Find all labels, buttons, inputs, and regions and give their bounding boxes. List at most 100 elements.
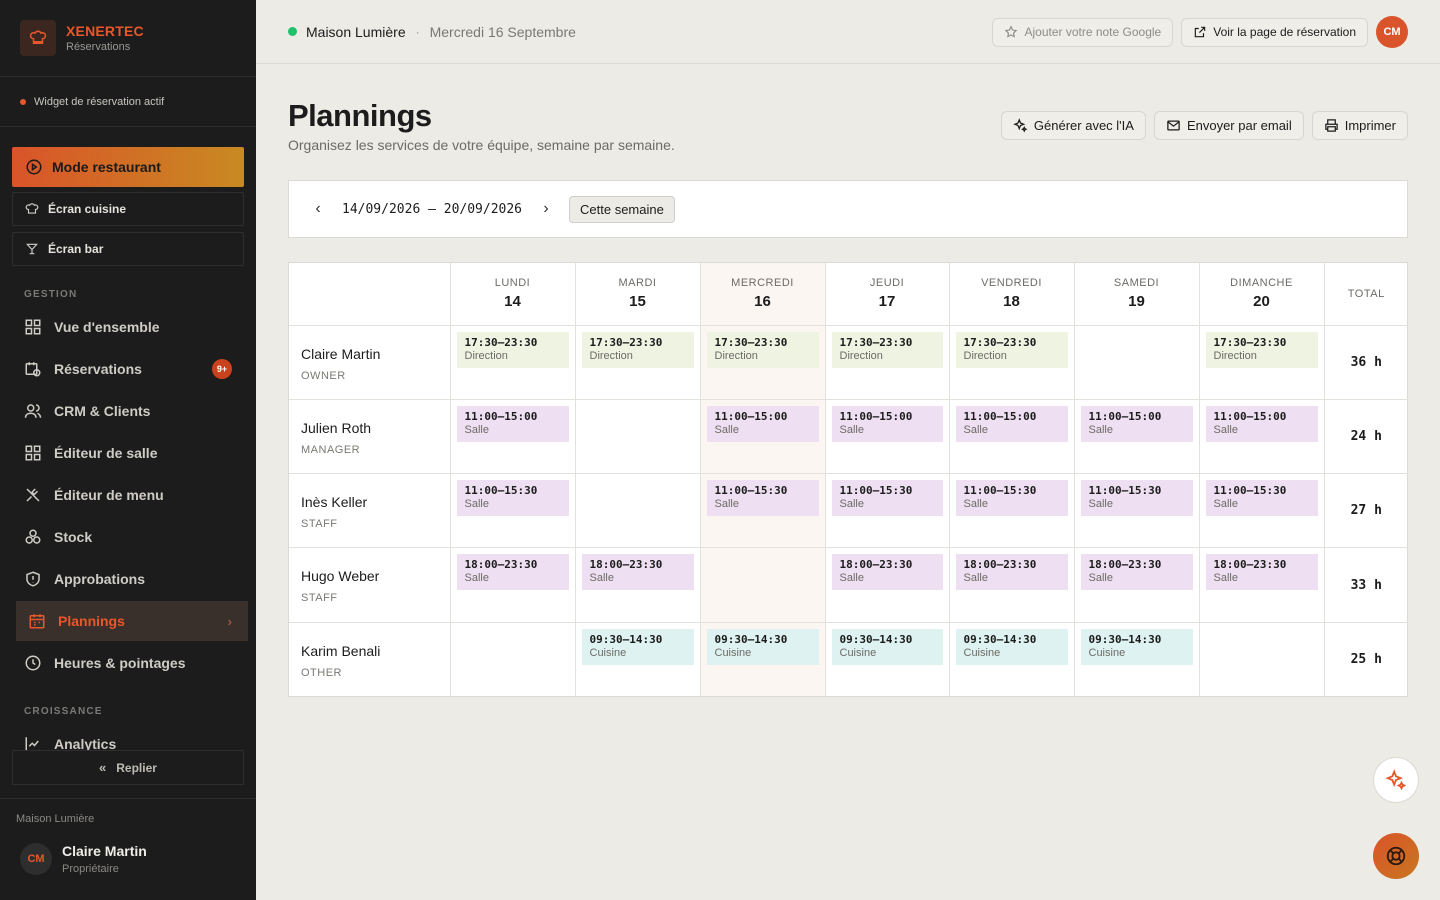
print-button[interactable]: Imprimer bbox=[1311, 111, 1408, 140]
day-cell[interactable]: 11:00–15:00 Salle bbox=[825, 399, 950, 475]
shift-block[interactable]: 11:00–15:00 Salle bbox=[1205, 405, 1318, 442]
day-cell[interactable] bbox=[1199, 622, 1325, 696]
generate-ai-button[interactable]: Générer avec l'IA bbox=[1000, 111, 1146, 140]
day-cell[interactable]: 17:30–23:30 Direction bbox=[949, 325, 1075, 400]
day-cell[interactable]: 17:30–23:30 Direction bbox=[825, 325, 950, 400]
day-number: 18 bbox=[1003, 293, 1020, 311]
sidebar-item-stock[interactable]: Stock bbox=[16, 517, 248, 557]
day-cell[interactable]: 18:00–23:30 Salle bbox=[1074, 547, 1200, 623]
sidebar-item-hours[interactable]: Heures & pointages bbox=[16, 643, 248, 683]
shift-block[interactable]: 11:00–15:30 Salle bbox=[831, 480, 943, 517]
day-cell[interactable]: 11:00–15:00 Salle bbox=[700, 399, 826, 475]
day-cell[interactable]: 18:00–23:30 Salle bbox=[949, 547, 1075, 623]
day-cell[interactable]: 09:30–14:30 Cuisine bbox=[575, 622, 701, 696]
day-cell[interactable]: 11:00–15:30 Salle bbox=[825, 473, 950, 549]
week-range: 14/09/2026 – 20/09/2026 bbox=[342, 201, 523, 217]
day-cell[interactable]: 11:00–15:00 Salle bbox=[1199, 399, 1325, 475]
this-week-button[interactable]: Cette semaine bbox=[569, 195, 675, 223]
shift-block[interactable]: 09:30–14:30 Cuisine bbox=[831, 628, 943, 665]
day-cell[interactable]: 09:30–14:30 Cuisine bbox=[825, 622, 950, 696]
google-review-button[interactable]: Ajouter votre note Google bbox=[992, 17, 1174, 47]
day-cell[interactable]: 17:30–23:30 Direction bbox=[1199, 325, 1325, 400]
bar-screen-button[interactable]: Écran bar bbox=[12, 232, 244, 266]
day-cell[interactable] bbox=[450, 622, 576, 696]
day-cell[interactable]: 18:00–23:30 Salle bbox=[450, 547, 576, 623]
shift-block[interactable]: 17:30–23:30 Direction bbox=[456, 331, 569, 368]
day-cell[interactable]: 11:00–15:00 Salle bbox=[949, 399, 1075, 475]
sidebar-item-room-editor[interactable]: Éditeur de salle bbox=[16, 433, 248, 473]
shift-block[interactable]: 09:30–14:30 Cuisine bbox=[1080, 628, 1193, 665]
day-cell[interactable]: 11:00–15:30 Salle bbox=[949, 473, 1075, 549]
ai-assistant-button[interactable] bbox=[1373, 757, 1419, 803]
help-button[interactable] bbox=[1373, 833, 1419, 879]
shift-block[interactable]: 17:30–23:30 Direction bbox=[955, 331, 1068, 368]
shift-block[interactable]: 17:30–23:30 Direction bbox=[581, 331, 694, 368]
shift-block[interactable]: 18:00–23:30 Salle bbox=[1080, 554, 1193, 591]
day-cell[interactable]: 18:00–23:30 Salle bbox=[575, 547, 701, 623]
day-cell[interactable]: 11:00–15:00 Salle bbox=[450, 399, 576, 475]
shift-block[interactable]: 11:00–15:00 Salle bbox=[955, 405, 1068, 442]
day-cell[interactable]: 18:00–23:30 Salle bbox=[825, 547, 950, 623]
avatar[interactable]: CM bbox=[1376, 16, 1408, 48]
shift-block[interactable]: 09:30–14:30 Cuisine bbox=[955, 628, 1068, 665]
kitchen-screen-button[interactable]: Écran cuisine bbox=[12, 192, 244, 226]
sidebar-item-overview[interactable]: Vue d'ensemble bbox=[16, 307, 248, 347]
day-cell[interactable]: 11:00–15:30 Salle bbox=[1074, 473, 1200, 549]
mail-icon bbox=[1167, 120, 1180, 131]
chevron-left-icon[interactable]: ‹ bbox=[311, 200, 325, 218]
shift-block[interactable]: 17:30–23:30 Direction bbox=[706, 331, 819, 368]
shift-block[interactable]: 11:00–15:00 Salle bbox=[831, 405, 943, 442]
day-cell[interactable]: 17:30–23:30 Direction bbox=[700, 325, 826, 400]
mode-restaurant-button[interactable]: Mode restaurant bbox=[12, 147, 244, 187]
day-cell[interactable] bbox=[700, 547, 826, 623]
day-cell[interactable]: 11:00–15:30 Salle bbox=[700, 473, 826, 549]
shift-block[interactable]: 11:00–15:00 Salle bbox=[706, 405, 819, 442]
day-cell[interactable]: 11:00–15:30 Salle bbox=[450, 473, 576, 549]
shift-block[interactable]: 11:00–15:30 Salle bbox=[456, 480, 569, 517]
shift-block[interactable]: 18:00–23:30 Salle bbox=[456, 554, 569, 591]
sidebar-item-label: Heures & pointages bbox=[54, 655, 186, 671]
shift-block[interactable]: 17:30–23:30 Direction bbox=[831, 331, 943, 368]
day-cell[interactable]: 09:30–14:30 Cuisine bbox=[700, 622, 826, 696]
day-number: 19 bbox=[1128, 293, 1145, 311]
sidebar-item-menu-editor[interactable]: Éditeur de menu bbox=[16, 475, 248, 515]
shift-block[interactable]: 09:30–14:30 Cuisine bbox=[581, 628, 694, 665]
day-cell[interactable] bbox=[1074, 325, 1200, 400]
day-cell[interactable]: 11:00–15:00 Salle bbox=[1074, 399, 1200, 475]
sidebar-item-supplies[interactable]: Approbations bbox=[16, 559, 248, 599]
collapse-sidebar-button[interactable]: « Replier bbox=[12, 750, 244, 785]
day-name: VENDREDI bbox=[981, 277, 1042, 290]
shift-block[interactable]: 11:00–15:00 Salle bbox=[1080, 405, 1193, 442]
shift-role: Cuisine bbox=[714, 646, 752, 659]
shift-block[interactable]: 09:30–14:30 Cuisine bbox=[706, 628, 819, 665]
day-cell[interactable]: 17:30–23:30 Direction bbox=[575, 325, 701, 400]
shift-block[interactable]: 18:00–23:30 Salle bbox=[955, 554, 1068, 591]
chevron-right-icon[interactable]: › bbox=[539, 200, 553, 218]
shift-block[interactable]: 17:30–23:30 Direction bbox=[1205, 331, 1318, 368]
day-cell[interactable]: 09:30–14:30 Cuisine bbox=[1074, 622, 1200, 696]
shift-time: 18:00–23:30 bbox=[589, 558, 663, 572]
shift-block[interactable]: 11:00–15:30 Salle bbox=[955, 480, 1068, 517]
sidebar-item-crm[interactable]: CRM & Clients bbox=[16, 391, 248, 431]
shift-block[interactable]: 18:00–23:30 Salle bbox=[581, 554, 694, 591]
user-profile[interactable]: CM Claire Martin Propriétaire bbox=[20, 843, 147, 875]
shift-block[interactable]: 11:00–15:30 Salle bbox=[1205, 480, 1318, 517]
sidebar-item-reservations[interactable]: Réservations 9+ bbox=[16, 349, 248, 389]
sidebar-item-plannings[interactable]: Plannings › bbox=[16, 601, 248, 641]
day-cell[interactable] bbox=[575, 399, 701, 475]
page-subtitle: Organisez les services de votre équipe, … bbox=[288, 137, 675, 153]
shift-block[interactable]: 11:00–15:30 Salle bbox=[1080, 480, 1193, 517]
day-cell[interactable] bbox=[575, 473, 701, 549]
shift-block[interactable]: 18:00–23:30 Salle bbox=[1205, 554, 1318, 591]
send-email-button[interactable]: Envoyer par email bbox=[1153, 111, 1304, 140]
booking-page-button[interactable]: Voir la page de réservation bbox=[1181, 17, 1368, 47]
day-cell[interactable]: 09:30–14:30 Cuisine bbox=[949, 622, 1075, 696]
shift-role: Salle bbox=[1088, 498, 1113, 511]
day-cell[interactable]: 17:30–23:30 Direction bbox=[450, 325, 576, 400]
shift-block[interactable]: 18:00–23:30 Salle bbox=[831, 554, 943, 591]
shift-block[interactable]: 11:00–15:30 Salle bbox=[706, 480, 819, 517]
clock-icon bbox=[25, 655, 41, 671]
day-cell[interactable]: 11:00–15:30 Salle bbox=[1199, 473, 1325, 549]
day-cell[interactable]: 18:00–23:30 Salle bbox=[1199, 547, 1325, 623]
shift-block[interactable]: 11:00–15:00 Salle bbox=[456, 405, 569, 442]
